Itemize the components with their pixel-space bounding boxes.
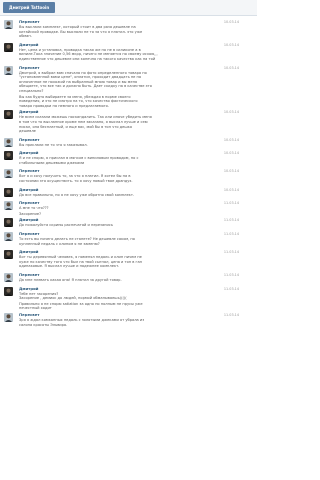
avatar-dmitry[interactable] xyxy=(4,187,13,197)
message-text-line: купленный педаль с клипом я не заменю? xyxy=(19,241,100,246)
message-time: 10.03.14 xyxy=(223,151,239,156)
author-name[interactable]: Дмитрий xyxy=(19,110,38,115)
message-text-line: состоянии это осуществить- то я хочу нов… xyxy=(19,179,133,184)
message-text-line: салона красоты Эльвира. xyxy=(19,322,68,327)
message-text-line: Да мне плевать какая она! Я платил за др… xyxy=(19,278,122,282)
message-text-line: товара проводки на немного и предлагаемо… xyxy=(19,103,110,108)
author-name[interactable]: Пересвет xyxy=(19,137,39,143)
author-name[interactable]: Пересвет xyxy=(19,312,39,318)
avatar-peresvet[interactable] xyxy=(4,232,13,242)
message-text-line: обман. xyxy=(19,34,32,39)
message: Пересвет 10.03.14 Вы прислали не то что … xyxy=(0,137,257,149)
message: Пересвет 10.03.14 Вы выслали комплект, к… xyxy=(0,17,257,40)
author-name[interactable]: Дмитрий xyxy=(19,187,38,193)
message-time: 11.03.14 xyxy=(223,232,239,237)
message-time: 11.03.14 xyxy=(223,312,239,317)
author-name[interactable]: Пересвет xyxy=(19,65,39,71)
message-time: 11.03.14 xyxy=(223,201,239,206)
author-name[interactable]: Пересвет xyxy=(19,19,39,25)
author-name[interactable]: Дмитрий xyxy=(19,42,38,48)
author-name[interactable]: Пересвет xyxy=(19,201,39,206)
message-text-line: Вы прислали не то что я заказывал. xyxy=(19,142,88,147)
avatar-peresvet[interactable] xyxy=(4,65,13,75)
author-name[interactable]: Дмитрий xyxy=(19,218,38,223)
message-time: 10.03.14 xyxy=(223,42,239,47)
message-text-line: Да все правильно, но я не хочу уже обрат… xyxy=(19,192,135,197)
message-text-line: стабильными дешевыми джеками xyxy=(19,160,85,165)
avatar-dmitry[interactable] xyxy=(4,151,13,161)
avatar-peresvet[interactable] xyxy=(4,20,13,29)
message: Пересвет 11.03.14 А мне то что??? xyxy=(0,200,257,212)
avatar-peresvet[interactable] xyxy=(4,169,13,179)
avatar-dmitry[interactable] xyxy=(4,250,13,260)
avatar-dmitry[interactable] xyxy=(4,42,13,52)
message-text-line: нечестный ходит xyxy=(19,306,52,311)
message-text-line: специально? xyxy=(19,88,44,93)
message-time: 10.03.14 xyxy=(223,65,239,70)
author-name[interactable]: Пересвет xyxy=(19,272,39,278)
message-time: 11.03.14 xyxy=(223,286,239,291)
message-text-line: До пожалуйста скрины распечатай и переза… xyxy=(19,223,113,228)
avatar-peresvet[interactable] xyxy=(4,273,13,282)
message-time: 10.03.14 xyxy=(223,187,239,192)
message: Пересвет 11.03.14 То есть вы ничего дела… xyxy=(0,231,257,247)
message: Дмитрий 11.03.14 Тебе нет засорения? Засо… xyxy=(0,286,257,302)
message: Дмитрий 10.03.14 Я и не спорю, я прислал… xyxy=(0,150,257,166)
message-text-line: А мне то что??? xyxy=(19,206,49,211)
author-name[interactable]: Дмитрий xyxy=(19,151,38,156)
message-continuation: Вы как будто выбираете за меня, убеждая … xyxy=(0,95,257,110)
avatar-dmitry[interactable] xyxy=(4,286,13,296)
message: Дмитрий 10.03.14 Нет, цена и установка, … xyxy=(0,42,257,63)
message-time: 10.03.14 xyxy=(223,137,239,142)
message-time: 11.03.14 xyxy=(223,218,239,223)
avatar-dmitry[interactable] xyxy=(4,110,13,120)
message-time: 10.03.14 xyxy=(223,169,239,174)
message-text-line: одинаковые. Я выслал лучше и надежнее ко… xyxy=(19,264,120,269)
message-text-line: Засорение? xyxy=(19,211,41,216)
message: Дмитрий 10.03.14 Не всем сказали можешь … xyxy=(0,109,257,134)
message-text-line: Засорение , демиос до людей, нормой обма… xyxy=(19,296,127,301)
author-name[interactable]: Пересвет xyxy=(19,231,39,237)
message-time: 11.03.14 xyxy=(223,250,239,255)
message-feed: Пересвет 10.03.14 Вы выслали комплект, к… xyxy=(0,16,257,480)
message: Пересвет 11.03.14 Зря я ждал комканных п… xyxy=(0,312,257,328)
message: Дмитрий 11.03.14 До пожалуйста скрины ра… xyxy=(0,217,257,229)
message: Дмитрий 11.03.14 Вот ты деревянный челов… xyxy=(0,249,257,270)
message-text-line: единственное что дешевле они конечно на … xyxy=(19,56,156,61)
conversation-title-tab[interactable]: Дмитрий Tattooin xyxy=(3,2,56,13)
author-name[interactable]: Пересвет xyxy=(19,169,39,174)
message: Пересвет 10.03.14 Дмитрий, я выбрал вам … xyxy=(0,65,257,95)
conversation-header: Дмитрий Tattooin xyxy=(0,0,257,16)
avatar-dmitry[interactable] xyxy=(4,218,13,228)
message-continuation: Правильно я не спорю satiation за одно п… xyxy=(0,302,257,312)
message: Пересвет 10.03.14 Вот я и хочу получить … xyxy=(0,168,257,184)
message: Дмитрий 10.03.14 Да все правильно, но я … xyxy=(0,187,257,199)
avatar-peresvet[interactable] xyxy=(4,137,13,147)
avatar-peresvet[interactable] xyxy=(4,312,13,322)
author-name[interactable]: Дмитрий xyxy=(19,286,38,292)
author-name[interactable]: Дмитрий xyxy=(19,250,38,255)
avatar-peresvet[interactable] xyxy=(4,201,13,211)
message-text-line: дешевле xyxy=(19,129,36,134)
message: Пересвет 11.03.14 Да мне плевать какая о… xyxy=(0,272,257,284)
message-time: 10.03.14 xyxy=(223,20,239,24)
message-time: 10.03.14 xyxy=(223,110,239,115)
message-time: 11.03.14 xyxy=(223,273,239,277)
